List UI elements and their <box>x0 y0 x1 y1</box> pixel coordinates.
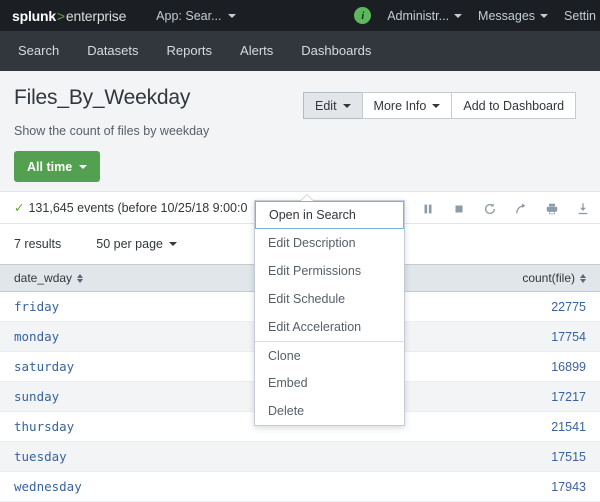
logo-brand: splunk <box>12 8 56 24</box>
column-header-date-wday-label: date_wday <box>14 271 72 285</box>
print-icon[interactable] <box>545 202 559 216</box>
menu-item-clone[interactable]: Clone <box>255 341 404 369</box>
nav-item-alerts[interactable]: Alerts <box>226 31 287 71</box>
sort-arrows-icon <box>77 274 83 283</box>
top-bar-right: i Administr... Messages Settin <box>354 0 600 31</box>
search-controls-toolbar <box>421 192 590 225</box>
table-row[interactable]: wednesday 17943 <box>0 472 600 502</box>
cell-date-wday[interactable]: thursday <box>14 419 74 434</box>
cell-count-file[interactable]: 17217 <box>551 390 586 404</box>
cell-count-file[interactable]: 17943 <box>551 480 586 494</box>
add-to-dashboard-button[interactable]: Add to Dashboard <box>451 92 576 119</box>
events-count-text: 131,645 events (before 10/25/18 9:00:0 <box>28 201 247 215</box>
app-selector[interactable]: App: Sear... <box>156 9 235 23</box>
settings-menu-label: Settin <box>564 9 596 23</box>
chevron-down-icon <box>454 14 462 18</box>
cell-date-wday[interactable]: wednesday <box>14 479 82 494</box>
cell-count-file[interactable]: 22775 <box>551 300 586 314</box>
column-header-count-file-label: count(file) <box>522 271 575 285</box>
add-to-dashboard-button-label: Add to Dashboard <box>463 99 564 113</box>
splunk-enterprise-window: splunk>enterprise App: Sear... i Adminis… <box>0 0 600 502</box>
report-action-buttons: Edit More Info Add to Dashboard <box>303 92 576 119</box>
menu-item-delete[interactable]: Delete <box>255 397 404 425</box>
table-row[interactable]: tuesday 17515 <box>0 442 600 472</box>
cell-date-wday[interactable]: tuesday <box>14 449 67 464</box>
more-info-button-label: More Info <box>374 99 427 113</box>
top-bar: splunk>enterprise App: Sear... i Adminis… <box>0 0 600 31</box>
pause-icon[interactable] <box>421 202 435 216</box>
chevron-down-icon <box>79 165 87 169</box>
events-summary-text: ✓ 131,645 events (before 10/25/18 9:00:0 <box>14 200 247 215</box>
column-header-date-wday[interactable]: date_wday <box>14 271 83 285</box>
per-page-label: 50 per page <box>96 237 163 251</box>
nav-item-dashboards[interactable]: Dashboards <box>287 31 385 71</box>
menu-item-open-in-search[interactable]: Open in Search <box>255 201 404 229</box>
refresh-icon[interactable] <box>483 202 497 216</box>
edit-button[interactable]: Edit <box>303 92 363 119</box>
results-count: 7 results <box>14 237 61 251</box>
cell-count-file[interactable]: 17754 <box>551 330 586 344</box>
cell-date-wday[interactable]: saturday <box>14 359 74 374</box>
page-description: Show the count of files by weekday <box>14 124 209 138</box>
page-title: Files_By_Weekday <box>14 86 190 110</box>
dropdown-caret-icon <box>301 194 313 201</box>
chevron-down-icon <box>432 104 440 108</box>
settings-menu[interactable]: Settin <box>564 9 596 23</box>
stop-icon[interactable] <box>452 202 466 216</box>
logo-separator: > <box>56 8 66 24</box>
menu-item-edit-description[interactable]: Edit Description <box>255 229 404 257</box>
edit-dropdown-menu: Open in Search Edit Description Edit Per… <box>254 200 405 426</box>
time-range-label: All time <box>27 160 72 174</box>
more-info-button[interactable]: More Info <box>362 92 453 119</box>
app-selector-label: App: Sear... <box>156 9 221 23</box>
nav-item-datasets[interactable]: Datasets <box>73 31 152 71</box>
sort-arrows-icon <box>580 274 586 283</box>
report-page: Files_By_Weekday Show the count of files… <box>0 71 600 502</box>
export-icon[interactable] <box>576 202 590 216</box>
edit-button-label: Edit <box>315 99 337 113</box>
cell-count-file[interactable]: 17515 <box>551 450 586 464</box>
info-icon-glyph: i <box>361 10 364 22</box>
menu-item-edit-acceleration[interactable]: Edit Acceleration <box>255 313 404 341</box>
messages-menu-label: Messages <box>478 9 535 23</box>
menu-item-edit-schedule[interactable]: Edit Schedule <box>255 285 404 313</box>
splunk-logo[interactable]: splunk>enterprise <box>12 8 126 24</box>
menu-item-edit-permissions[interactable]: Edit Permissions <box>255 257 404 285</box>
chevron-down-icon <box>169 242 177 246</box>
nav-item-search[interactable]: Search <box>4 31 73 71</box>
cell-count-file[interactable]: 16899 <box>551 360 586 374</box>
menu-item-embed[interactable]: Embed <box>255 369 404 397</box>
column-header-count-file[interactable]: count(file) <box>522 271 586 285</box>
logo-product: enterprise <box>66 8 126 24</box>
chevron-down-icon <box>228 14 236 18</box>
check-icon: ✓ <box>14 201 24 215</box>
cell-date-wday[interactable]: monday <box>14 329 59 344</box>
per-page-selector[interactable]: 50 per page <box>96 237 177 251</box>
chevron-down-icon <box>343 104 351 108</box>
messages-menu[interactable]: Messages <box>478 9 548 23</box>
nav-item-reports[interactable]: Reports <box>153 31 227 71</box>
cell-count-file[interactable]: 21541 <box>551 420 586 434</box>
cell-date-wday[interactable]: sunday <box>14 389 59 404</box>
account-menu-label: Administr... <box>387 9 449 23</box>
account-menu[interactable]: Administr... <box>387 9 462 23</box>
chevron-down-icon <box>540 14 548 18</box>
app-nav-bar: Search Datasets Reports Alerts Dashboard… <box>0 31 600 71</box>
time-range-picker[interactable]: All time <box>14 151 100 182</box>
share-icon[interactable] <box>514 202 528 216</box>
cell-date-wday[interactable]: friday <box>14 299 59 314</box>
info-icon[interactable]: i <box>354 7 371 24</box>
